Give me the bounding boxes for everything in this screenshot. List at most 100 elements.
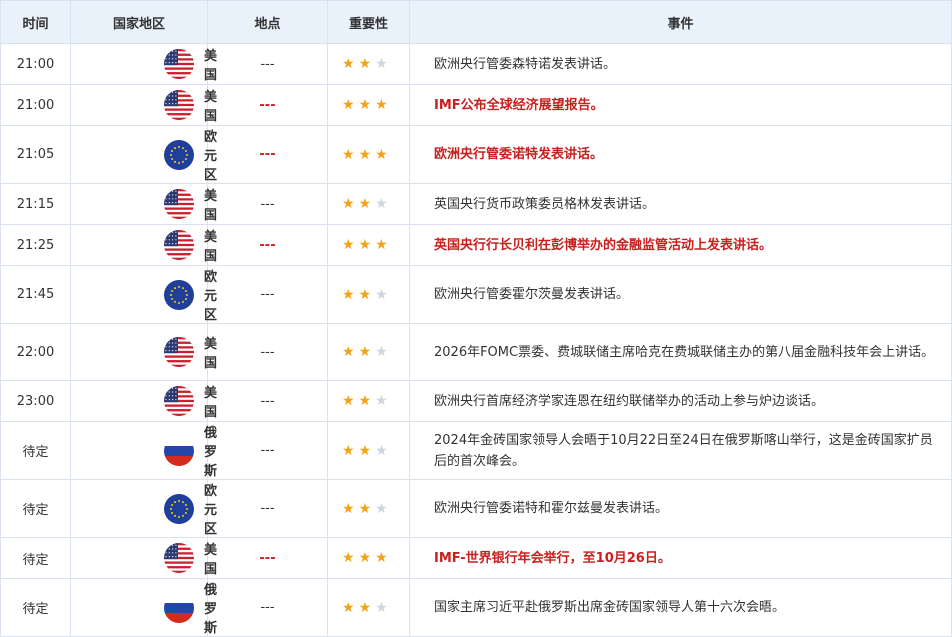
table-row[interactable]: 23:00 美国 --- ★ ★ ★ 欧洲央行首席经济学家连恩在纽约联储举办的活动上… bbox=[0, 380, 952, 422]
event-cell: 欧洲央行首席经济学家连恩在纽约联储举办的活动上参与炉边谈话。 bbox=[409, 380, 952, 422]
star-filled-icon: ★ bbox=[358, 500, 372, 517]
table-row[interactable]: 待定 俄罗斯 --- ★ ★ ★ 国家主席习近平赴俄罗斯出席金砖国家领导人第十六次会… bbox=[0, 578, 952, 637]
us-flag-icon bbox=[164, 337, 194, 367]
time-cell: 21:00 bbox=[0, 84, 71, 126]
importance-cell: ★ ★ ★ bbox=[327, 380, 410, 422]
star-filled-icon: ★ bbox=[342, 393, 355, 409]
location-cell: --- bbox=[207, 265, 328, 324]
star-filled-icon: ★ bbox=[342, 500, 355, 517]
table-row[interactable]: 21:15 美国 --- ★ ★ ★ 英国央行货币政策委员格林发表讲话。 bbox=[0, 183, 952, 225]
event-text: 欧洲央行管委诺特发表讲话。 bbox=[434, 147, 604, 162]
table-row[interactable]: 21:25 美国 --- ★ ★ ★ 英国央行行长贝利在彭博举办的金融监管活动上发表… bbox=[0, 224, 952, 266]
location-cell: --- bbox=[207, 224, 328, 266]
location-value: --- bbox=[260, 196, 275, 212]
star-filled-icon: ★ bbox=[375, 97, 388, 113]
table-row[interactable]: 21:00 美国 --- ★ ★ ★ IMF公布全球经济展望报告。 bbox=[0, 84, 952, 126]
country-cell: 美国 bbox=[70, 323, 217, 381]
eu-flag-icon bbox=[164, 139, 194, 170]
event-text: 国家主席习近平赴俄罗斯出席金砖国家领导人第十六次会晤。 bbox=[434, 600, 786, 615]
star-filled-icon: ★ bbox=[342, 442, 355, 459]
star-filled-icon: ★ bbox=[342, 237, 355, 253]
location-value: --- bbox=[259, 97, 276, 113]
country-cell: 美国 bbox=[70, 224, 217, 266]
country-cell: 俄罗斯 bbox=[70, 578, 217, 637]
importance-cell: ★ ★ ★ bbox=[327, 421, 410, 480]
location-cell: --- bbox=[207, 43, 328, 85]
country-name: 美国 bbox=[204, 189, 218, 223]
star-filled-icon: ★ bbox=[358, 550, 372, 566]
location-cell: --- bbox=[207, 537, 328, 579]
event-text: 欧洲央行首席经济学家连恩在纽约联储举办的活动上参与炉边谈话。 bbox=[434, 393, 825, 409]
country-name: 美国 bbox=[204, 337, 218, 371]
star-empty-icon: ★ bbox=[375, 599, 388, 616]
importance-cell: ★ ★ ★ bbox=[327, 125, 410, 184]
star-filled-icon: ★ bbox=[342, 599, 355, 616]
event-text: 欧洲央行管委诺特和霍尔兹曼发表讲话。 bbox=[434, 501, 669, 516]
star-filled-icon: ★ bbox=[375, 550, 388, 566]
country-name: 美国 bbox=[204, 543, 218, 577]
star-filled-icon: ★ bbox=[342, 344, 355, 360]
importance-cell: ★ ★ ★ bbox=[327, 265, 410, 324]
us-flag-icon bbox=[164, 189, 194, 219]
time-cell: 21:00 bbox=[0, 43, 71, 85]
star-filled-icon: ★ bbox=[358, 56, 372, 72]
event-text: IMF-世界银行年会举行，至10月26日。 bbox=[434, 550, 671, 566]
event-cell: 英国央行行长贝利在彭博举办的金融监管活动上发表讲话。 bbox=[409, 224, 952, 266]
time-cell: 待定 bbox=[0, 479, 71, 538]
us-flag-icon bbox=[164, 90, 194, 120]
table-row[interactable]: 待定 欧元区 --- ★ ★ ★ 欧洲央行管委诺特和霍尔兹曼发表讲话。 bbox=[0, 479, 952, 538]
time-cell: 待定 bbox=[0, 537, 71, 579]
country-cell: 俄罗斯 bbox=[70, 421, 217, 480]
table-row[interactable]: 待定 俄罗斯 --- ★ ★ ★ 2024年金砖国家领导人会晤于10月22日至24日… bbox=[0, 421, 952, 480]
header-importance[interactable]: 重要性 bbox=[327, 0, 410, 44]
star-filled-icon: ★ bbox=[358, 97, 372, 113]
country-cell: 欧元区 bbox=[70, 125, 217, 184]
header-time[interactable]: 时间 bbox=[0, 0, 71, 44]
importance-cell: ★ ★ ★ bbox=[327, 183, 410, 225]
location-cell: --- bbox=[207, 380, 328, 422]
country-cell: 欧元区 bbox=[70, 479, 217, 538]
star-empty-icon: ★ bbox=[375, 442, 388, 459]
event-text: 2024年金砖国家领导人会晤于10月22日至24日在俄罗斯喀山举行，这是金砖国家… bbox=[434, 432, 933, 469]
ru-flag-icon bbox=[164, 435, 194, 466]
event-cell: 欧洲央行管委诺特发表讲话。 bbox=[409, 125, 952, 184]
country-name: 欧元区 bbox=[204, 484, 218, 537]
star-filled-icon: ★ bbox=[375, 237, 388, 253]
country-name: 欧元区 bbox=[204, 270, 218, 323]
time-cell: 待定 bbox=[0, 421, 71, 480]
star-filled-icon: ★ bbox=[375, 146, 388, 163]
time-cell: 22:00 bbox=[0, 323, 71, 381]
importance-cell: ★ ★ ★ bbox=[327, 84, 410, 126]
header-country[interactable]: 国家地区 bbox=[70, 0, 208, 44]
country-name: 美国 bbox=[204, 386, 218, 420]
star-empty-icon: ★ bbox=[375, 56, 388, 72]
star-filled-icon: ★ bbox=[342, 97, 355, 113]
star-filled-icon: ★ bbox=[342, 146, 355, 163]
event-cell: 2026年FOMC票委、费城联储主席哈克在费城联储主办的第八届金融科技年会上讲话… bbox=[409, 323, 952, 381]
time-cell: 21:25 bbox=[0, 224, 71, 266]
table-row[interactable]: 21:00 美国 --- ★ ★ ★ 欧洲央行管委森特诺发表讲话。 bbox=[0, 43, 952, 85]
country-cell: 美国 bbox=[70, 43, 217, 85]
us-flag-icon bbox=[164, 230, 194, 260]
table-row[interactable]: 21:05 欧元区 --- ★ ★ ★ 欧洲央行管委诺特发表讲话。 bbox=[0, 125, 952, 184]
table-row[interactable]: 待定 美国 --- ★ ★ ★ IMF-世界银行年会举行，至10月26日。 bbox=[0, 537, 952, 579]
event-cell: 英国央行货币政策委员格林发表讲话。 bbox=[409, 183, 952, 225]
time-cell: 21:05 bbox=[0, 125, 71, 184]
location-value: --- bbox=[260, 443, 275, 458]
event-cell: 欧洲央行管委诺特和霍尔兹曼发表讲话。 bbox=[409, 479, 952, 538]
table-row[interactable]: 22:00 美国 --- ★ ★ ★ 2026年FOMC票委、费城联储主席哈克在费城… bbox=[0, 323, 952, 381]
location-value: --- bbox=[260, 600, 275, 615]
time-cell: 23:00 bbox=[0, 380, 71, 422]
event-cell: 欧洲央行管委森特诺发表讲话。 bbox=[409, 43, 952, 85]
header-location[interactable]: 地点 bbox=[207, 0, 328, 44]
location-cell: --- bbox=[207, 125, 328, 184]
location-cell: --- bbox=[207, 421, 328, 480]
header-event[interactable]: 事件 bbox=[409, 0, 952, 44]
location-value: --- bbox=[260, 344, 275, 360]
importance-cell: ★ ★ ★ bbox=[327, 578, 410, 637]
star-filled-icon: ★ bbox=[358, 286, 372, 303]
event-text: 2026年FOMC票委、费城联储主席哈克在费城联储主办的第八届金融科技年会上讲话… bbox=[434, 344, 935, 360]
table-header-row: 时间 国家地区 地点 重要性 事件 bbox=[0, 0, 952, 44]
table-row[interactable]: 21:45 欧元区 --- ★ ★ ★ 欧洲央行管委霍尔茨曼发表讲话。 bbox=[0, 265, 952, 324]
event-cell: 欧洲央行管委霍尔茨曼发表讲话。 bbox=[409, 265, 952, 324]
